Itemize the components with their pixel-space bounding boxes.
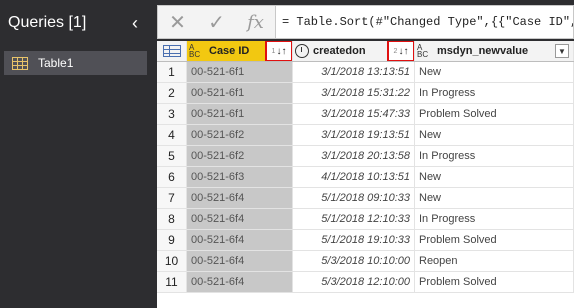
table-row: 9 00-521-6f4 5/1/2018 19:10:33 Problem S… (157, 230, 574, 251)
sort-order-badge: 1 (271, 47, 276, 55)
row-number[interactable]: 10 (157, 251, 187, 271)
cell-newvalue[interactable]: Reopen (415, 251, 574, 271)
table-menu-icon (162, 45, 181, 57)
cell-case-id[interactable]: 00-521-6f2 (187, 146, 293, 166)
row-number[interactable]: 3 (157, 104, 187, 124)
row-number[interactable]: 11 (157, 272, 187, 292)
queries-pane: Queries [1] ‹ Table1 (0, 0, 153, 308)
table-row: 5 00-521-6f2 3/1/2018 20:13:58 In Progre… (157, 146, 574, 167)
column-header-createdon[interactable]: createdon 2 ↓↑ (293, 41, 415, 61)
cell-createdon[interactable]: 3/1/2018 15:47:33 (293, 104, 415, 124)
cell-createdon[interactable]: 5/1/2018 12:10:33 (293, 209, 415, 229)
row-number[interactable]: 4 (157, 125, 187, 145)
cell-createdon[interactable]: 5/1/2018 09:10:33 (293, 188, 415, 208)
cell-newvalue[interactable]: New (415, 167, 574, 187)
cell-case-id[interactable]: 00-521-6f1 (187, 62, 293, 82)
abc-type-icon[interactable]: A BC (189, 44, 205, 59)
table-row: 11 00-521-6f4 5/3/2018 12:10:00 Problem … (157, 272, 574, 293)
cell-newvalue[interactable]: In Progress (415, 83, 574, 103)
sort-arrow-icon: ↓↑ (398, 45, 409, 57)
row-number[interactable]: 2 (157, 83, 187, 103)
column-header-label: msdyn_newvalue (437, 45, 529, 57)
formula-bar: ✕ ✓ fx = Table.Sort(#"Changed Type",{{"C… (157, 5, 574, 39)
row-number[interactable]: 5 (157, 146, 187, 166)
cell-createdon[interactable]: 3/1/2018 20:13:58 (293, 146, 415, 166)
cancel-icon[interactable]: ✕ (165, 10, 191, 35)
column-header-row: A BC Case ID 1 ↓↑ createdon 2 ↓↑ A BC msdy… (157, 41, 574, 62)
sort-order-badge: 2 (393, 47, 398, 55)
cell-newvalue[interactable]: In Progress (415, 209, 574, 229)
formula-input[interactable]: = Table.Sort(#"Changed Type",{{"Case ID"… (276, 6, 573, 38)
row-number[interactable]: 7 (157, 188, 187, 208)
column-header-label: createdon (313, 45, 366, 57)
table-row: 8 00-521-6f4 5/1/2018 12:10:33 In Progre… (157, 209, 574, 230)
cell-case-id[interactable]: 00-521-6f4 (187, 209, 293, 229)
row-number[interactable]: 8 (157, 209, 187, 229)
sort-ascending-button[interactable]: 1 ↓↑ (265, 41, 292, 61)
table-row: 3 00-521-6f1 3/1/2018 15:47:33 Problem S… (157, 104, 574, 125)
cell-createdon[interactable]: 5/1/2018 19:10:33 (293, 230, 415, 250)
queries-header: Queries [1] ‹ (0, 0, 153, 46)
cell-newvalue[interactable]: In Progress (415, 146, 574, 166)
datetime-type-icon[interactable] (295, 44, 309, 58)
cell-createdon[interactable]: 3/1/2018 15:31:22 (293, 83, 415, 103)
data-grid: A BC Case ID 1 ↓↑ createdon 2 ↓↑ A BC msdy… (157, 41, 574, 308)
table-row: 4 00-521-6f2 3/1/2018 19:13:51 New (157, 125, 574, 146)
column-header-label: Case ID (209, 45, 250, 57)
main-area: ✕ ✓ fx = Table.Sort(#"Changed Type",{{"C… (153, 0, 574, 308)
query-item-table1[interactable]: Table1 (4, 51, 147, 75)
cell-case-id[interactable]: 00-521-6f2 (187, 125, 293, 145)
cell-newvalue[interactable]: Problem Solved (415, 104, 574, 124)
abc-type-icon[interactable]: A BC (417, 44, 433, 59)
sort-arrow-icon: ↓↑ (276, 45, 287, 57)
table-row: 10 00-521-6f4 5/3/2018 10:10:00 Reopen (157, 251, 574, 272)
table-row: 6 00-521-6f3 4/1/2018 10:13:51 New (157, 167, 574, 188)
sort-ascending-button[interactable]: 2 ↓↑ (387, 41, 414, 61)
commit-icon[interactable]: ✓ (204, 10, 230, 35)
cell-case-id[interactable]: 00-521-6f4 (187, 188, 293, 208)
cell-newvalue[interactable]: New (415, 188, 574, 208)
table-row: 2 00-521-6f1 3/1/2018 15:31:22 In Progre… (157, 83, 574, 104)
cell-createdon[interactable]: 5/3/2018 10:10:00 (293, 251, 415, 271)
chevron-left-icon[interactable]: ‹ (123, 11, 147, 35)
row-number[interactable]: 1 (157, 62, 187, 82)
table-icon (12, 56, 28, 70)
table-row: 1 00-521-6f1 3/1/2018 13:13:51 New (157, 62, 574, 83)
query-item-label: Table1 (38, 56, 74, 70)
fx-icon[interactable]: fx (243, 12, 269, 33)
cell-case-id[interactable]: 00-521-6f1 (187, 83, 293, 103)
cell-newvalue[interactable]: New (415, 125, 574, 145)
cell-case-id[interactable]: 00-521-6f4 (187, 230, 293, 250)
column-header-msdyn-newvalue[interactable]: A BC msdyn_newvalue ▼ (415, 41, 574, 61)
cell-newvalue[interactable]: Problem Solved (415, 230, 574, 250)
cell-newvalue[interactable]: New (415, 62, 574, 82)
row-number[interactable]: 6 (157, 167, 187, 187)
cell-createdon[interactable]: 3/1/2018 19:13:51 (293, 125, 415, 145)
cell-createdon[interactable]: 4/1/2018 10:13:51 (293, 167, 415, 187)
table-row: 7 00-521-6f4 5/1/2018 09:10:33 New (157, 188, 574, 209)
row-number[interactable]: 9 (157, 230, 187, 250)
cell-createdon[interactable]: 3/1/2018 13:13:51 (293, 62, 415, 82)
queries-title: Queries [1] (8, 14, 87, 31)
cell-case-id[interactable]: 00-521-6f4 (187, 272, 293, 292)
column-header-case-id[interactable]: A BC Case ID 1 ↓↑ (187, 41, 293, 61)
cell-createdon[interactable]: 5/3/2018 12:10:00 (293, 272, 415, 292)
cell-newvalue[interactable]: Problem Solved (415, 272, 574, 292)
formula-buttons: ✕ ✓ fx (158, 6, 276, 38)
filter-dropdown-icon[interactable]: ▼ (555, 44, 569, 58)
cell-case-id[interactable]: 00-521-6f1 (187, 104, 293, 124)
cell-case-id[interactable]: 00-521-6f3 (187, 167, 293, 187)
table-menu-button[interactable] (157, 41, 187, 61)
cell-case-id[interactable]: 00-521-6f4 (187, 251, 293, 271)
